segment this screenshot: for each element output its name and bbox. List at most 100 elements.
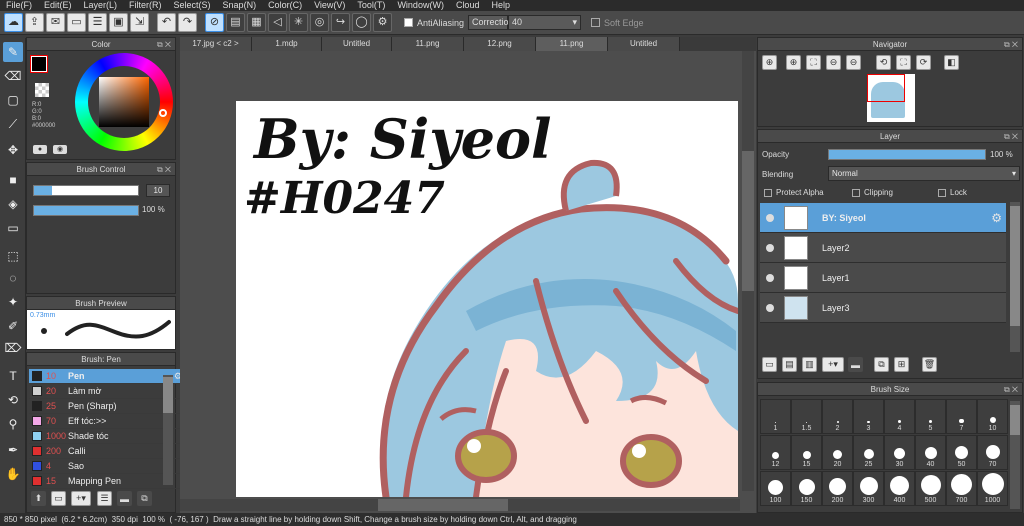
lock-checkbox[interactable]: Lock: [938, 188, 967, 197]
visibility-icon[interactable]: [766, 213, 774, 222]
add-brush-icon[interactable]: +▾: [71, 491, 91, 506]
brush-size-cell[interactable]: 700: [946, 471, 977, 506]
document-tab[interactable]: 11.png: [392, 37, 464, 51]
radial-snap-icon[interactable]: ✳: [289, 13, 308, 32]
parallel-snap-icon[interactable]: ▤: [226, 13, 245, 32]
brush-size-cell[interactable]: 1000: [977, 471, 1008, 506]
eraser-tool-icon[interactable]: ⌫: [3, 66, 23, 86]
chat-icon[interactable]: ✉: [46, 13, 65, 32]
menu-item[interactable]: Tool(T): [351, 0, 391, 11]
select-eraser-tool-icon[interactable]: ⌦: [3, 338, 23, 358]
menu-item[interactable]: Layer(L): [78, 0, 124, 11]
snap-settings-icon[interactable]: ⚙: [373, 13, 392, 32]
canvas-vertical-scrollbar[interactable]: [742, 51, 754, 491]
menu-item[interactable]: File(F): [0, 0, 38, 11]
flip-icon[interactable]: ◧: [944, 55, 959, 70]
new-brush-icon[interactable]: ▭: [51, 491, 66, 506]
menu-item[interactable]: Filter(R): [123, 0, 168, 11]
hue-handle[interactable]: [159, 109, 167, 117]
text-tool-icon[interactable]: T: [3, 366, 23, 386]
menu-item[interactable]: Window(W): [391, 0, 450, 11]
layer-scrollbar[interactable]: [1010, 202, 1020, 352]
brush-size-value[interactable]: 10: [146, 184, 170, 197]
zoom-out-icon[interactable]: ⊖: [826, 55, 841, 70]
brush-item[interactable]: 25 Pen (Sharp): [29, 399, 185, 414]
undo-icon[interactable]: ↶: [157, 13, 176, 32]
popout-icon[interactable]: ⧉ ✕: [1004, 130, 1018, 143]
move-tool-icon[interactable]: ✥: [3, 140, 23, 160]
ellipse-snap-icon[interactable]: ◯: [352, 13, 371, 32]
new-file-icon[interactable]: ▭: [67, 13, 86, 32]
select-pen-tool-icon[interactable]: ✐: [3, 316, 23, 336]
popout-icon[interactable]: ⧉ ✕: [1004, 38, 1018, 51]
brush-item[interactable]: 10 Pen ⚙: [29, 369, 185, 384]
brush-size-scrollbar[interactable]: [1010, 401, 1020, 509]
reset-rotation-icon[interactable]: ⛶: [896, 55, 911, 70]
brush-size-cell[interactable]: 3: [853, 399, 884, 434]
brush-item[interactable]: 15 Mapping Pen: [29, 474, 185, 489]
navigator-thumbnail[interactable]: [867, 74, 915, 122]
add-layer-menu-icon[interactable]: +▾: [822, 357, 844, 372]
share-icon[interactable]: ⇪: [25, 13, 44, 32]
brush-size-cell[interactable]: 5: [915, 399, 946, 434]
popout-icon[interactable]: ⧉ ✕: [157, 163, 171, 176]
brush-list-scrollbar[interactable]: [163, 375, 173, 485]
rotate-right-icon[interactable]: ⟳: [916, 55, 931, 70]
layer-opacity-slider[interactable]: [828, 149, 986, 160]
new-halftone-layer-icon[interactable]: ▤: [782, 357, 797, 372]
copy-icon[interactable]: ⧉: [137, 491, 152, 506]
no-snap-icon[interactable]: ⊘: [205, 13, 224, 32]
bucket-tool-icon[interactable]: ◈: [3, 194, 23, 214]
brush-size-cell[interactable]: 2: [822, 399, 853, 434]
brush-item[interactable]: 200 Calli: [29, 444, 185, 459]
navigator-viewport[interactable]: [867, 74, 905, 102]
brush-info-icon[interactable]: ☰: [97, 491, 112, 506]
line-tool-icon[interactable]: ⟋: [3, 114, 23, 134]
cross-snap-icon[interactable]: ▦: [247, 13, 266, 32]
export-icon[interactable]: ⇲: [130, 13, 149, 32]
magic-wand-tool-icon[interactable]: ✦: [3, 292, 23, 312]
new-layer-icon[interactable]: ▭: [762, 357, 777, 372]
menu-item[interactable]: Cloud: [450, 0, 486, 11]
antialiasing-checkbox[interactable]: [404, 18, 413, 27]
rotate-left-icon[interactable]: ⟲: [876, 55, 891, 70]
zoom-in-icon[interactable]: ⊕: [762, 55, 777, 70]
layer-row[interactable]: Layer3: [760, 293, 1006, 323]
brush-size-cell[interactable]: 1: [760, 399, 791, 434]
document-tab[interactable]: 12.png: [464, 37, 536, 51]
save-icon[interactable]: ▣: [109, 13, 128, 32]
saturation-value-square[interactable]: [99, 77, 149, 127]
eyedropper-tool-icon[interactable]: ⚲: [3, 414, 23, 434]
brush-item[interactable]: 1000 Shade tóc: [29, 429, 185, 444]
fit-icon[interactable]: ⛶: [806, 55, 821, 70]
new-1bit-layer-icon[interactable]: ▥: [802, 357, 817, 372]
brush-size-slider[interactable]: [33, 185, 139, 196]
brush-size-cell[interactable]: 200: [822, 471, 853, 506]
menu-item[interactable]: Snap(N): [217, 0, 263, 11]
select-rect-tool-icon[interactable]: ▢: [3, 90, 23, 110]
divide-tool-icon[interactable]: ⟲: [3, 390, 23, 410]
protect-alpha-checkbox[interactable]: Protect Alpha: [764, 188, 824, 197]
soft-edge-checkbox[interactable]: [591, 18, 601, 27]
clipping-checkbox[interactable]: Clipping: [852, 188, 893, 197]
merge-layer-icon[interactable]: ⊞: [894, 357, 909, 372]
canvas-horizontal-scrollbar[interactable]: [180, 499, 740, 511]
brush-item[interactable]: 70 Eff tóc:>>: [29, 414, 185, 429]
menu-item[interactable]: Help: [485, 0, 516, 11]
brush-size-cell[interactable]: 20: [822, 435, 853, 470]
gear-icon[interactable]: ⚙: [991, 211, 1002, 225]
duplicate-layer-icon[interactable]: ⧉: [874, 357, 889, 372]
brush-size-cell[interactable]: 500: [915, 471, 946, 506]
visibility-icon[interactable]: [766, 243, 774, 252]
brush-size-cell[interactable]: 25: [853, 435, 884, 470]
gradient-tool-icon[interactable]: ▭: [3, 218, 23, 238]
brush-size-cell[interactable]: 12: [760, 435, 791, 470]
menu-item[interactable]: Edit(E): [38, 0, 78, 11]
circle-snap-icon[interactable]: ◎: [310, 13, 329, 32]
foreground-color-swatch[interactable]: [30, 55, 48, 73]
canvas-workspace[interactable]: By: Siyeol #H0247: [180, 51, 756, 513]
brush-item[interactable]: 20 Làm mờ: [29, 384, 185, 399]
brush-size-cell[interactable]: 40: [915, 435, 946, 470]
brush-size-cell[interactable]: 300: [853, 471, 884, 506]
hand-tool-icon[interactable]: ✋: [3, 464, 23, 484]
